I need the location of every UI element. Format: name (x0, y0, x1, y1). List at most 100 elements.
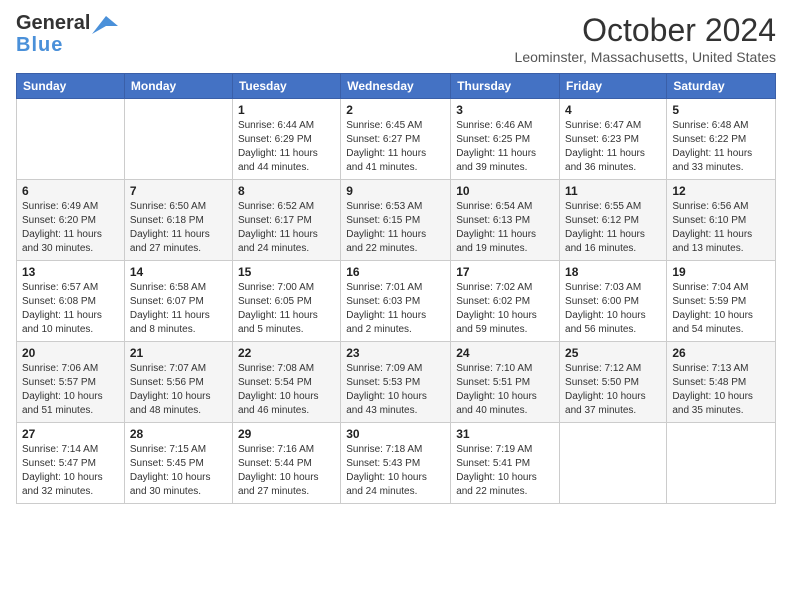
calendar-cell: 21 Sunrise: 7:07 AM Sunset: 5:56 PM Dayli… (124, 342, 232, 423)
logo: General Blue (16, 12, 118, 55)
calendar-week-3: 13 Sunrise: 6:57 AM Sunset: 6:08 PM Dayli… (17, 261, 776, 342)
day-info: Sunrise: 7:18 AM Sunset: 5:43 PM Dayligh… (346, 443, 445, 499)
calendar-table: Sunday Monday Tuesday Wednesday Thursday… (16, 73, 776, 504)
calendar-cell (17, 99, 125, 180)
day-number: 20 (22, 346, 119, 360)
day-number: 24 (456, 346, 554, 360)
calendar-cell: 4Sunrise: 6:47 AM Sunset: 6:23 PM Daylig… (560, 99, 667, 180)
day-number: 7 (130, 184, 227, 198)
day-info: Sunrise: 6:53 AM Sunset: 6:15 PM Dayligh… (346, 200, 445, 256)
calendar-cell: 6Sunrise: 6:49 AM Sunset: 6:20 PM Daylig… (17, 180, 125, 261)
day-number: 11 (565, 184, 661, 198)
day-number: 10 (456, 184, 554, 198)
day-number: 8 (238, 184, 335, 198)
day-info: Sunrise: 7:15 AM Sunset: 5:45 PM Dayligh… (130, 443, 227, 499)
day-number: 12 (672, 184, 770, 198)
day-number: 9 (346, 184, 445, 198)
day-info: Sunrise: 7:00 AM Sunset: 6:05 PM Dayligh… (238, 281, 335, 337)
col-sunday: Sunday (17, 74, 125, 99)
calendar-cell: 25 Sunrise: 7:12 AM Sunset: 5:50 PM Dayli… (560, 342, 667, 423)
col-tuesday: Tuesday (232, 74, 340, 99)
calendar-cell: 13 Sunrise: 6:57 AM Sunset: 6:08 PM Dayli… (17, 261, 125, 342)
day-number: 17 (456, 265, 554, 279)
calendar-cell: 8Sunrise: 6:52 AM Sunset: 6:17 PM Daylig… (232, 180, 340, 261)
day-info: Sunrise: 7:08 AM Sunset: 5:54 PM Dayligh… (238, 362, 335, 418)
col-thursday: Thursday (451, 74, 560, 99)
calendar-cell: 31 Sunrise: 7:19 AM Sunset: 5:41 PM Dayli… (451, 423, 560, 504)
day-info: Sunrise: 7:12 AM Sunset: 5:50 PM Dayligh… (565, 362, 661, 418)
day-info: Sunrise: 6:57 AM Sunset: 6:08 PM Dayligh… (22, 281, 119, 337)
day-info: Sunrise: 6:44 AM Sunset: 6:29 PM Dayligh… (238, 119, 335, 175)
day-info: Sunrise: 6:46 AM Sunset: 6:25 PM Dayligh… (456, 119, 554, 175)
day-number: 13 (22, 265, 119, 279)
calendar-cell: 2Sunrise: 6:45 AM Sunset: 6:27 PM Daylig… (341, 99, 451, 180)
logo-general: General (16, 12, 90, 35)
day-info: Sunrise: 7:19 AM Sunset: 5:41 PM Dayligh… (456, 443, 554, 499)
calendar-cell (667, 423, 776, 504)
calendar-cell: 10 Sunrise: 6:54 AM Sunset: 6:13 PM Dayli… (451, 180, 560, 261)
calendar-cell: 7 Sunrise: 6:50 AM Sunset: 6:18 PM Daylig… (124, 180, 232, 261)
day-info: Sunrise: 7:07 AM Sunset: 5:56 PM Dayligh… (130, 362, 227, 418)
calendar-week-5: 27 Sunrise: 7:14 AM Sunset: 5:47 PM Dayli… (17, 423, 776, 504)
day-number: 29 (238, 427, 335, 441)
col-saturday: Saturday (667, 74, 776, 99)
day-info: Sunrise: 7:14 AM Sunset: 5:47 PM Dayligh… (22, 443, 119, 499)
day-info: Sunrise: 7:10 AM Sunset: 5:51 PM Dayligh… (456, 362, 554, 418)
day-number: 27 (22, 427, 119, 441)
calendar-cell (560, 423, 667, 504)
month-title: October 2024 (515, 12, 776, 49)
day-info: Sunrise: 6:54 AM Sunset: 6:13 PM Dayligh… (456, 200, 554, 256)
day-number: 31 (456, 427, 554, 441)
page: General Blue October 2024 Leominster, Ma… (0, 0, 792, 612)
calendar-week-1: 1 Sunrise: 6:44 AM Sunset: 6:29 PM Daylig… (17, 99, 776, 180)
calendar-cell: 18Sunrise: 7:03 AM Sunset: 6:00 PM Dayli… (560, 261, 667, 342)
calendar-cell (124, 99, 232, 180)
day-number: 25 (565, 346, 661, 360)
logo-row1: General (16, 12, 118, 35)
day-info: Sunrise: 6:47 AM Sunset: 6:23 PM Dayligh… (565, 119, 661, 175)
day-number: 14 (130, 265, 227, 279)
calendar-cell: 29 Sunrise: 7:16 AM Sunset: 5:44 PM Dayli… (232, 423, 340, 504)
calendar-cell: 3 Sunrise: 6:46 AM Sunset: 6:25 PM Daylig… (451, 99, 560, 180)
calendar-cell: 14 Sunrise: 6:58 AM Sunset: 6:07 PM Dayli… (124, 261, 232, 342)
day-number: 26 (672, 346, 770, 360)
day-number: 16 (346, 265, 445, 279)
day-number: 28 (130, 427, 227, 441)
day-info: Sunrise: 6:48 AM Sunset: 6:22 PM Dayligh… (672, 119, 770, 175)
day-number: 3 (456, 103, 554, 117)
calendar-week-2: 6Sunrise: 6:49 AM Sunset: 6:20 PM Daylig… (17, 180, 776, 261)
day-info: Sunrise: 7:02 AM Sunset: 6:02 PM Dayligh… (456, 281, 554, 337)
logo-arrow-icon (92, 16, 118, 34)
day-info: Sunrise: 6:49 AM Sunset: 6:20 PM Dayligh… (22, 200, 119, 256)
calendar-cell: 26 Sunrise: 7:13 AM Sunset: 5:48 PM Dayli… (667, 342, 776, 423)
day-number: 21 (130, 346, 227, 360)
calendar-cell: 30Sunrise: 7:18 AM Sunset: 5:43 PM Dayli… (341, 423, 451, 504)
calendar-cell: 27 Sunrise: 7:14 AM Sunset: 5:47 PM Dayli… (17, 423, 125, 504)
calendar-cell: 11 Sunrise: 6:55 AM Sunset: 6:12 PM Dayli… (560, 180, 667, 261)
day-info: Sunrise: 6:58 AM Sunset: 6:07 PM Dayligh… (130, 281, 227, 337)
day-number: 1 (238, 103, 335, 117)
col-monday: Monday (124, 74, 232, 99)
day-info: Sunrise: 6:56 AM Sunset: 6:10 PM Dayligh… (672, 200, 770, 256)
day-info: Sunrise: 6:55 AM Sunset: 6:12 PM Dayligh… (565, 200, 661, 256)
header: General Blue October 2024 Leominster, Ma… (16, 12, 776, 65)
day-info: Sunrise: 7:09 AM Sunset: 5:53 PM Dayligh… (346, 362, 445, 418)
day-info: Sunrise: 7:13 AM Sunset: 5:48 PM Dayligh… (672, 362, 770, 418)
col-friday: Friday (560, 74, 667, 99)
calendar-cell: 15 Sunrise: 7:00 AM Sunset: 6:05 PM Dayli… (232, 261, 340, 342)
calendar-cell: 28 Sunrise: 7:15 AM Sunset: 5:45 PM Dayli… (124, 423, 232, 504)
calendar-cell: 5 Sunrise: 6:48 AM Sunset: 6:22 PM Daylig… (667, 99, 776, 180)
day-number: 22 (238, 346, 335, 360)
calendar-cell: 17 Sunrise: 7:02 AM Sunset: 6:02 PM Dayli… (451, 261, 560, 342)
calendar-cell: 22 Sunrise: 7:08 AM Sunset: 5:54 PM Dayli… (232, 342, 340, 423)
day-number: 5 (672, 103, 770, 117)
day-info: Sunrise: 7:16 AM Sunset: 5:44 PM Dayligh… (238, 443, 335, 499)
calendar-cell: 20 Sunrise: 7:06 AM Sunset: 5:57 PM Dayli… (17, 342, 125, 423)
day-info: Sunrise: 6:50 AM Sunset: 6:18 PM Dayligh… (130, 200, 227, 256)
day-info: Sunrise: 7:06 AM Sunset: 5:57 PM Dayligh… (22, 362, 119, 418)
day-number: 15 (238, 265, 335, 279)
day-number: 19 (672, 265, 770, 279)
day-number: 23 (346, 346, 445, 360)
day-info: Sunrise: 7:01 AM Sunset: 6:03 PM Dayligh… (346, 281, 445, 337)
calendar-cell: 9 Sunrise: 6:53 AM Sunset: 6:15 PM Daylig… (341, 180, 451, 261)
